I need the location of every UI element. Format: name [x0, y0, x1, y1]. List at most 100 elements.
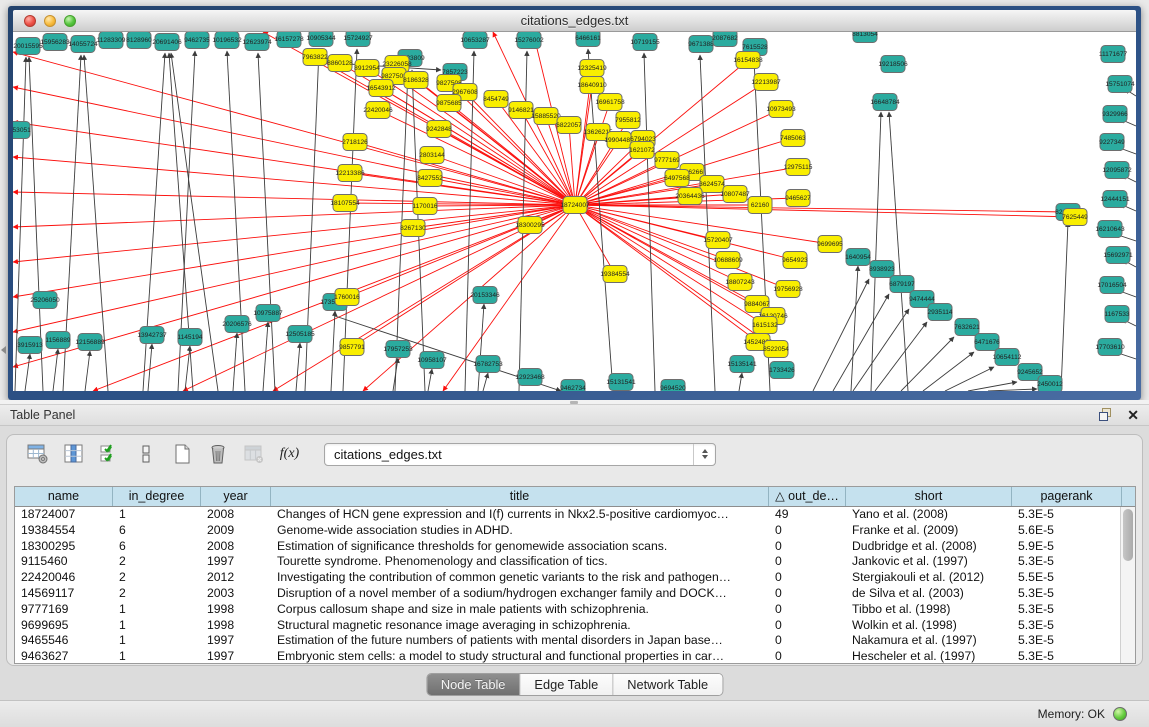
table-cell[interactable]: 18300295	[15, 539, 113, 555]
table-cell[interactable]: 5.6E-5	[1012, 523, 1122, 539]
graph-node[interactable]: 9462735	[184, 32, 210, 49]
edge[interactable]	[1061, 222, 1068, 391]
table-row[interactable]: 2242004622012Investigating the contribut…	[15, 570, 1135, 586]
graph-node[interactable]: 10973493	[766, 101, 796, 118]
table-cell[interactable]: Corpus callosum shape and size in male p…	[271, 602, 769, 618]
table-cell[interactable]: 2	[113, 570, 201, 586]
table-cell[interactable]: 1	[113, 602, 201, 618]
tab-node-table[interactable]: Node Table	[427, 674, 521, 695]
graph-node[interactable]: 3624574	[699, 176, 725, 193]
graph-node[interactable]: 8938923	[869, 261, 895, 278]
graph-node[interactable]: 8860128	[327, 55, 353, 72]
column-header-out_de[interactable]: △ out_de…	[769, 487, 846, 506]
table-cell[interactable]: 5.3E-5	[1012, 586, 1122, 602]
edge[interactable]	[739, 373, 742, 391]
table-cell[interactable]: 1	[113, 618, 201, 634]
graph-node[interactable]: 8813054	[852, 32, 878, 43]
graph-node[interactable]: 18300295	[515, 217, 545, 234]
table-cell[interactable]: 9463627	[15, 649, 113, 664]
edge[interactable]	[968, 382, 1017, 391]
edge[interactable]	[700, 55, 715, 391]
graph-node[interactable]: 7955812	[615, 112, 641, 129]
table-cell[interactable]: Structural magnetic resonance image aver…	[271, 618, 769, 634]
graph-node[interactable]: 10958107	[417, 352, 447, 369]
table-row[interactable]: 1830029562008Estimation of significance …	[15, 539, 1135, 555]
table-cell[interactable]: Stergiakouli et al. (2012)	[846, 570, 1012, 586]
table-cell[interactable]: Disruption of a novel member of a sodium…	[271, 586, 769, 602]
table-cell[interactable]: Dudbridge et al. (2008)	[846, 539, 1012, 555]
table-cell[interactable]: 2	[113, 554, 201, 570]
table-cell[interactable]: 0	[769, 649, 846, 664]
graph-node[interactable]: 8427552	[417, 170, 443, 187]
table-row[interactable]: 1456911722003Disruption of a novel membe…	[15, 586, 1135, 602]
graph-node[interactable]: 17957253	[383, 341, 413, 358]
graph-node[interactable]: 6497568	[664, 170, 690, 187]
rows-icon[interactable]	[132, 441, 159, 467]
function-builder-icon[interactable]: f(x)	[276, 441, 303, 467]
graph-node[interactable]: 1145194	[177, 329, 203, 346]
new-table-icon[interactable]	[168, 441, 195, 467]
edge[interactable]	[428, 369, 432, 391]
edge[interactable]	[148, 344, 152, 391]
float-panel-icon[interactable]	[1099, 408, 1115, 422]
table-header-row[interactable]: namein_degreeyeartitle△ out_de…shortpage…	[15, 487, 1135, 507]
table-row[interactable]: 946554611997Estimation of the future num…	[15, 633, 1135, 649]
graph-node[interactable]: 16157278	[274, 32, 304, 48]
edge[interactable]	[478, 304, 484, 391]
graph-node[interactable]: 16543912	[366, 80, 396, 97]
table-cell[interactable]: 2012	[201, 570, 271, 586]
edge[interactable]	[483, 373, 488, 391]
graph-node[interactable]: 9242848	[426, 121, 452, 138]
edge[interactable]	[923, 352, 974, 391]
graph-node[interactable]: 1760016	[334, 289, 360, 306]
citation-network-graph[interactable]: 2001559515956283140557241128330981289602…	[13, 32, 1136, 391]
graph-node[interactable]: 15720407	[703, 232, 733, 249]
graph-node[interactable]: 8267130	[400, 220, 426, 237]
edge[interactable]	[13, 122, 575, 205]
table-row[interactable]: 911546021997Tourette syndrome. Phenomeno…	[15, 554, 1135, 570]
table-row[interactable]: 1938455462009Genome-wide association stu…	[15, 523, 1135, 539]
graph-node[interactable]: 9227349	[1099, 134, 1125, 151]
table-cell[interactable]: 0	[769, 539, 846, 555]
graph-node[interactable]: 19384554	[600, 266, 630, 283]
table-cell[interactable]: 0	[769, 586, 846, 602]
table-cell[interactable]: 1	[113, 633, 201, 649]
table-cell[interactable]: 5.9E-5	[1012, 539, 1122, 555]
dropdown-stepper-icon[interactable]	[693, 444, 715, 465]
graph-node[interactable]: 2450012	[1037, 376, 1063, 392]
edge[interactable]	[13, 205, 575, 262]
edge[interactable]	[853, 309, 909, 391]
table-select-dropdown[interactable]: citations_edges.txt	[324, 443, 716, 466]
delete-table-icon[interactable]	[204, 441, 231, 467]
edge[interactable]	[13, 52, 575, 205]
minimize-window-icon[interactable]	[44, 15, 56, 27]
table-cell[interactable]: 0	[769, 554, 846, 570]
graph-node[interactable]: 9857791	[339, 339, 365, 356]
graph-node[interactable]: 9699695	[817, 236, 843, 253]
graph-node[interactable]: 8128960	[126, 32, 152, 49]
edge[interactable]	[833, 294, 889, 391]
graph-node[interactable]: 18640910	[577, 77, 607, 94]
graph-node[interactable]: 9671388	[688, 36, 714, 53]
table-row[interactable]: 977716911998Corpus callosum shape and si…	[15, 602, 1135, 618]
network-view-window[interactable]: citations_edges.txt 20015595159562831405…	[8, 6, 1141, 400]
graph-node[interactable]: 9329966	[1102, 106, 1128, 123]
edge[interactable]	[263, 322, 268, 391]
table-cell[interactable]: 1997	[201, 649, 271, 664]
edge[interactable]	[183, 205, 575, 391]
table-cell[interactable]: 6	[113, 523, 201, 539]
table-cell[interactable]: 1	[113, 507, 201, 523]
graph-node[interactable]: 22420046	[363, 102, 393, 119]
graph-node[interactable]: 15131541	[606, 374, 636, 391]
edge[interactable]	[875, 322, 927, 391]
graph-node[interactable]: 10807487	[720, 186, 750, 203]
graph-node[interactable]: 16210643	[1095, 221, 1125, 238]
zoom-window-icon[interactable]	[64, 15, 76, 27]
table-cell[interactable]: 0	[769, 570, 846, 586]
graph-node[interactable]: 17703610	[1095, 339, 1125, 356]
edge[interactable]	[13, 192, 575, 205]
graph-node[interactable]: 10654112	[993, 349, 1022, 366]
column-header-pagerank[interactable]: pagerank	[1012, 487, 1122, 506]
graph-node[interactable]: 18107554	[330, 195, 360, 212]
table-cell[interactable]: 49	[769, 507, 846, 523]
